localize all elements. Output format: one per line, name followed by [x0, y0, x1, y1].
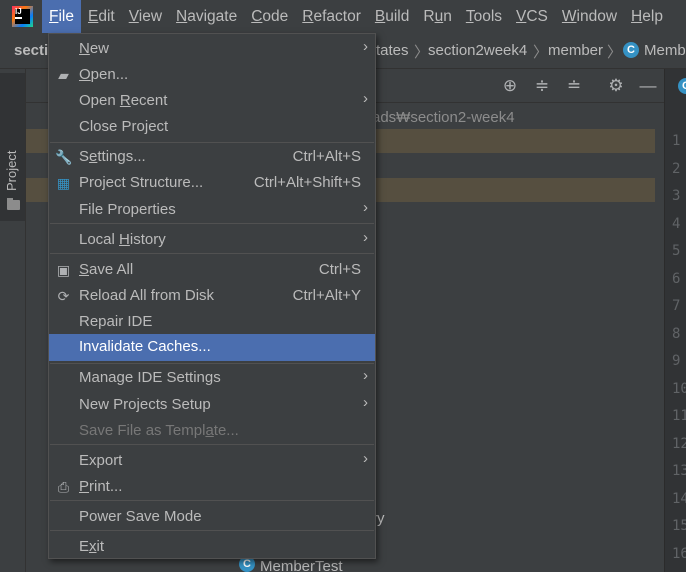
main-menu-bar: IJ File Edit View Navigate Code Refactor…	[0, 0, 686, 33]
project-structure-icon: ▦	[56, 175, 71, 191]
menu-item-close-project[interactable]: Close Project	[49, 114, 375, 140]
menu-separator	[50, 223, 374, 224]
menu-navigate[interactable]: Navigate	[169, 0, 244, 33]
menu-separator	[50, 444, 374, 445]
menu-item-file-properties[interactable]: File Properties ›	[49, 197, 375, 223]
menu-item-export[interactable]: Export ›	[49, 448, 375, 474]
tree-item-member-test[interactable]: MemberTest	[260, 558, 343, 572]
reload-icon: ⟳	[57, 288, 70, 304]
line-number: 14	[672, 490, 686, 507]
menu-item-save-file-as-template: Save File as Template...	[79, 422, 239, 439]
line-number: 8	[672, 325, 681, 342]
menu-help[interactable]: Help	[624, 0, 670, 33]
line-number: 16	[672, 545, 686, 562]
hide-icon[interactable]: —	[638, 76, 658, 96]
submenu-arrow-icon: ›	[363, 394, 368, 411]
line-number: 6	[672, 270, 681, 287]
shortcut-label: Ctrl+Alt+Shift+S	[253, 174, 361, 191]
menu-separator	[50, 142, 374, 143]
breadcrumb-item[interactable]: member	[548, 42, 603, 59]
menu-file[interactable]: File	[42, 0, 81, 33]
menu-item-repair-ide[interactable]: Repair IDE	[49, 309, 375, 335]
project-root-path: ads₩section2-week4	[372, 109, 515, 126]
menu-item-save-all[interactable]: ▣ Save All Ctrl+S	[49, 257, 375, 283]
menu-separator	[50, 500, 374, 501]
submenu-arrow-icon: ›	[363, 450, 368, 467]
class-icon: C	[623, 42, 639, 58]
project-scrollbar[interactable]	[655, 103, 664, 572]
submenu-arrow-icon: ›	[363, 367, 368, 384]
wrench-icon: 🔧	[55, 149, 73, 165]
line-number: 7	[672, 298, 681, 314]
submenu-arrow-icon: ›	[363, 229, 368, 246]
shortcut-label: Ctrl+Alt+Y	[292, 287, 361, 304]
menu-refactor[interactable]: Refactor	[295, 0, 368, 33]
menu-separator	[50, 363, 374, 364]
breadcrumb-separator-icon: 〉	[533, 44, 549, 61]
line-number: 15	[672, 518, 686, 534]
menu-separator	[50, 253, 374, 254]
menu-item-reload-from-disk[interactable]: ⟳ Reload All from Disk Ctrl+Alt+Y	[49, 283, 375, 309]
menu-item-power-save-mode[interactable]: Power Save Mode	[49, 504, 375, 530]
line-number: 1	[672, 133, 681, 149]
menu-item-project-structure[interactable]: ▦ Project Structure... Ctrl+Alt+Shift+S	[49, 170, 375, 196]
submenu-arrow-icon: ›	[363, 38, 368, 55]
breadcrumb-item[interactable]: Memb	[644, 42, 686, 59]
line-number: 5	[672, 243, 681, 259]
menu-view[interactable]: View	[122, 0, 169, 33]
menu-item-exit[interactable]: Exit	[49, 534, 375, 560]
menu-item-manage-ide-settings[interactable]: Manage IDE Settings ›	[49, 365, 375, 391]
printer-icon: ⎙	[57, 479, 70, 495]
menu-code[interactable]: Code	[244, 0, 295, 33]
line-number: 13	[672, 463, 686, 479]
menu-edit[interactable]: Edit	[81, 0, 122, 33]
save-icon: ▣	[56, 262, 71, 278]
line-number: 9	[672, 353, 681, 369]
menu-item-invalidate-caches[interactable]: Invalidate Caches...	[49, 334, 375, 361]
menu-separator	[50, 530, 374, 531]
intellij-logo-icon: IJ	[12, 6, 33, 27]
menu-item-local-history[interactable]: Local History ›	[49, 227, 375, 253]
menu-item-print[interactable]: ⎙ Print...	[49, 474, 375, 500]
line-number: 4	[672, 215, 681, 232]
menu-tools[interactable]: Tools	[459, 0, 509, 33]
file-menu-dropdown: New › ▰ Open... Open Recent › Close Proj…	[48, 33, 376, 559]
breadcrumb-separator-icon: 〉	[607, 44, 623, 61]
menu-item-new[interactable]: New ›	[49, 36, 375, 62]
collapse-all-icon[interactable]: ≐	[564, 76, 584, 96]
expand-all-icon[interactable]: ≑	[532, 76, 552, 96]
menu-item-open-recent[interactable]: Open Recent ›	[49, 88, 375, 114]
shortcut-label: Ctrl+S	[318, 261, 361, 278]
menu-build[interactable]: Build	[368, 0, 416, 33]
breadcrumb-separator-icon: 〉	[414, 44, 430, 61]
breadcrumb-item[interactable]: section2week4	[428, 42, 527, 59]
line-number: 10	[672, 380, 686, 397]
line-number: 12	[672, 435, 686, 452]
left-tool-strip: Project	[0, 69, 26, 572]
shortcut-label: Ctrl+Alt+S	[292, 148, 361, 165]
menu-window[interactable]: Window	[555, 0, 624, 33]
line-number: 11	[672, 408, 686, 424]
menu-item-new-projects-setup[interactable]: New Projects Setup ›	[49, 392, 375, 418]
menu-item-open[interactable]: ▰ Open...	[49, 62, 375, 88]
folder-icon	[7, 198, 20, 210]
line-number: 3	[672, 188, 681, 204]
submenu-arrow-icon: ›	[363, 90, 368, 107]
locate-icon[interactable]: ⊕	[500, 76, 520, 96]
project-tool-tab[interactable]: Project	[0, 73, 25, 221]
project-tab-label: Project	[4, 150, 19, 191]
breadcrumb-item[interactable]: tates	[376, 42, 409, 59]
gear-icon[interactable]: ⚙	[606, 76, 626, 96]
folder-open-icon: ▰	[58, 67, 69, 83]
menu-vcs[interactable]: VCS	[509, 0, 555, 33]
line-number: 2	[672, 160, 681, 177]
menu-run[interactable]: Run	[416, 0, 458, 33]
submenu-arrow-icon: ›	[363, 199, 368, 216]
menu-item-settings[interactable]: 🔧 Settings... Ctrl+Alt+S	[49, 144, 375, 170]
